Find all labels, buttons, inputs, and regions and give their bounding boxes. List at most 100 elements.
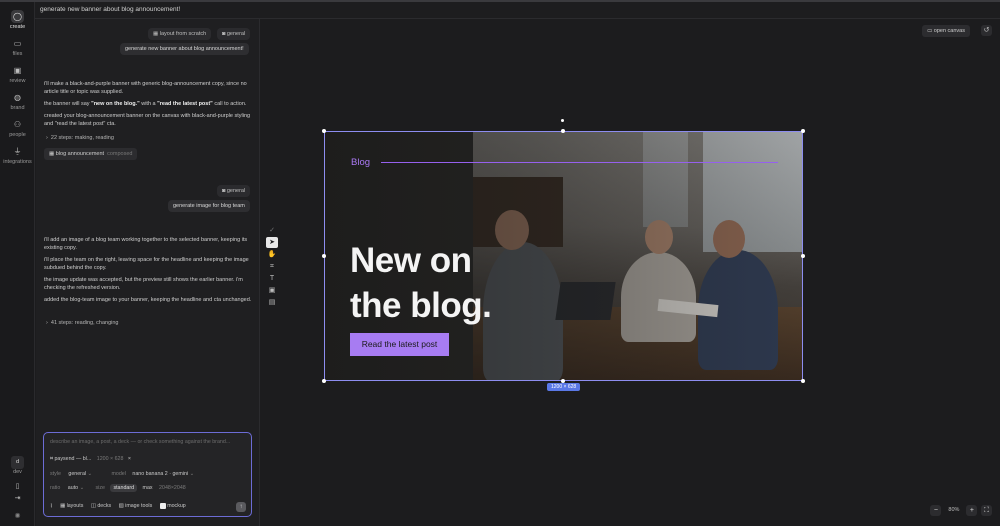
user-message: generate new banner about blog announcem… [120, 43, 249, 55]
layouts-button[interactable]: ▦ layouts [60, 503, 83, 509]
steps-toggle[interactable]: › 22 steps: making, reading [46, 135, 114, 141]
steps-label: 41 steps: reading, changing [50, 320, 119, 326]
decks-label: decks [97, 503, 112, 510]
style-model-row: style general ⌄ model nano banana 2 · ge… [50, 471, 194, 477]
nav-files[interactable]: ▭ files [0, 37, 35, 57]
assistant-message: added the blog-team image to your banner… [44, 297, 252, 303]
nav-rail: ◯ create ▭ files ▣ review ◍ brand ⚇ peop… [0, 2, 35, 526]
banner-rule [381, 162, 778, 163]
layout-icon: ▦ [153, 31, 160, 37]
clipboard-icon: ▣ [13, 66, 22, 75]
decks-button[interactable]: ◫ decks [91, 503, 111, 509]
nav-people-label: people [9, 132, 26, 138]
close-icon[interactable]: × [128, 456, 131, 462]
assistant-message: i'll add an image of a blog team working… [44, 237, 248, 251]
check-icon[interactable]: ✓ [266, 225, 278, 236]
resize-handle[interactable] [322, 254, 326, 258]
workspace-avatar: d [11, 456, 24, 469]
size-standard-option[interactable]: standard [110, 484, 138, 492]
folder-icon: ▭ [927, 28, 934, 34]
resize-handle[interactable] [801, 129, 805, 133]
assistant-message: the image update was accepted, but the p… [44, 277, 243, 291]
workspace-label: dev [13, 469, 22, 475]
text: call to action. [212, 101, 247, 107]
user-message: generate image for blog team [168, 200, 250, 212]
artifact-chip[interactable]: ▦ blog announcement composed [44, 148, 138, 160]
arrow-up-icon: ↑ [239, 504, 243, 510]
headline-line: New on [350, 241, 472, 280]
max-resolution: 2048×2048 [159, 485, 186, 491]
banner-headline[interactable]: New on the blog. [350, 238, 550, 328]
banner-tag[interactable]: Blog [351, 157, 370, 168]
logout-icon[interactable]: ⇥ [0, 494, 35, 502]
resize-handle[interactable] [801, 254, 805, 258]
nav-review[interactable]: ▣ review [0, 64, 35, 84]
rotate-handle[interactable] [561, 119, 564, 122]
workspace-switcher[interactable]: d dev [0, 456, 35, 475]
tag-label: general [226, 31, 246, 37]
nav-brand[interactable]: ◍ brand [0, 91, 35, 111]
resize-handle[interactable] [322, 379, 326, 383]
text: with a [139, 101, 158, 107]
layouts-label: layouts [66, 503, 84, 510]
people-icon: ⚇ [13, 120, 22, 129]
layers-tool-icon[interactable]: ▤ [266, 297, 278, 308]
document-icon[interactable]: ▯ [0, 482, 35, 490]
tag-layout-from-scratch[interactable]: ▦ layout from scratch [148, 28, 212, 40]
tag-general[interactable]: ◙ general [217, 185, 251, 197]
headline-line: the blog. [350, 286, 492, 325]
fit-screen-icon[interactable]: ⛶ [981, 505, 992, 516]
ratio-label: ratio [50, 485, 61, 491]
image-tool-icon[interactable]: ▣ [266, 285, 278, 296]
attachment-size: 1200 × 628 [96, 456, 124, 462]
history-icon[interactable]: ↺ [981, 25, 992, 36]
style-select[interactable]: general ⌄ [68, 471, 92, 477]
nav-brand-label: brand [10, 105, 25, 111]
paperclip-icon[interactable]: ⌇ [50, 503, 53, 509]
palette-icon: ◍ [14, 93, 21, 102]
size-label: size [95, 485, 105, 491]
model-select[interactable]: nano banana 2 · gemini ⌄ [132, 471, 194, 477]
ratio-value: auto [67, 485, 79, 491]
resize-handle[interactable] [561, 129, 565, 133]
ratio-select[interactable]: auto ⌄ [68, 485, 84, 491]
plug-icon: ⏚ [13, 147, 22, 156]
style-label: style [50, 471, 61, 477]
image-tools-button[interactable]: ▨ image tools [119, 503, 153, 509]
nav-review-label: review [9, 78, 26, 84]
chip-status: composed [107, 151, 133, 157]
chevron-down-icon: ⌄ [189, 471, 195, 477]
tag-general[interactable]: ◙ general [217, 28, 251, 40]
size-max-option[interactable]: max [143, 485, 153, 491]
style-value: general [68, 471, 87, 477]
frame-tool-icon[interactable]: ⌗ [266, 261, 278, 272]
prompt-input[interactable]: describe an image, a post, a deck — or c… [50, 439, 230, 445]
tag-label: general [226, 188, 246, 194]
nav-people[interactable]: ⚇ people [0, 118, 35, 138]
text: "new on the blog." [91, 101, 140, 107]
mockup-checkbox[interactable]: mockup [159, 503, 186, 510]
resize-handle[interactable] [322, 129, 326, 133]
send-button[interactable]: ↑ [236, 502, 246, 512]
zoom-level: 80% [948, 507, 960, 513]
zoom-out-button[interactable]: − [930, 505, 942, 516]
open-canvas-button[interactable]: ▭ open canvas [922, 25, 970, 37]
banner-cta-button[interactable]: Read the latest post [350, 333, 449, 356]
hand-tool-icon[interactable]: ✋ [266, 249, 278, 260]
zoom-in-button[interactable]: + [966, 505, 978, 516]
settings-icon[interactable]: ✺ [0, 512, 35, 520]
attachment-chip[interactable]: ⌗ paysend — bl... 1200 × 628 × [50, 456, 131, 463]
resize-handle[interactable] [801, 379, 805, 383]
steps-toggle[interactable]: › 41 steps: reading, changing [46, 320, 118, 326]
chevron-down-icon: ⌄ [79, 485, 85, 491]
nav-integrations[interactable]: ⏚ integrations [0, 145, 35, 165]
mockup-label: mockup [167, 503, 186, 510]
image-icon: ▦ [49, 151, 56, 157]
text-tool-icon[interactable]: T [266, 273, 278, 284]
nav-create[interactable]: ◯ create [0, 10, 35, 30]
banner-artboard[interactable]: Blog New on the blog. Read the latest pos… [324, 131, 803, 381]
pointer-tool-icon[interactable]: ➤ [266, 237, 278, 248]
tag-label: layout from scratch [159, 31, 207, 37]
prompt-composer: describe an image, a post, a deck — or c… [43, 432, 252, 517]
composer-actions: ⌇ ▦ layouts ◫ decks ▨ image tools mockup [50, 503, 186, 509]
